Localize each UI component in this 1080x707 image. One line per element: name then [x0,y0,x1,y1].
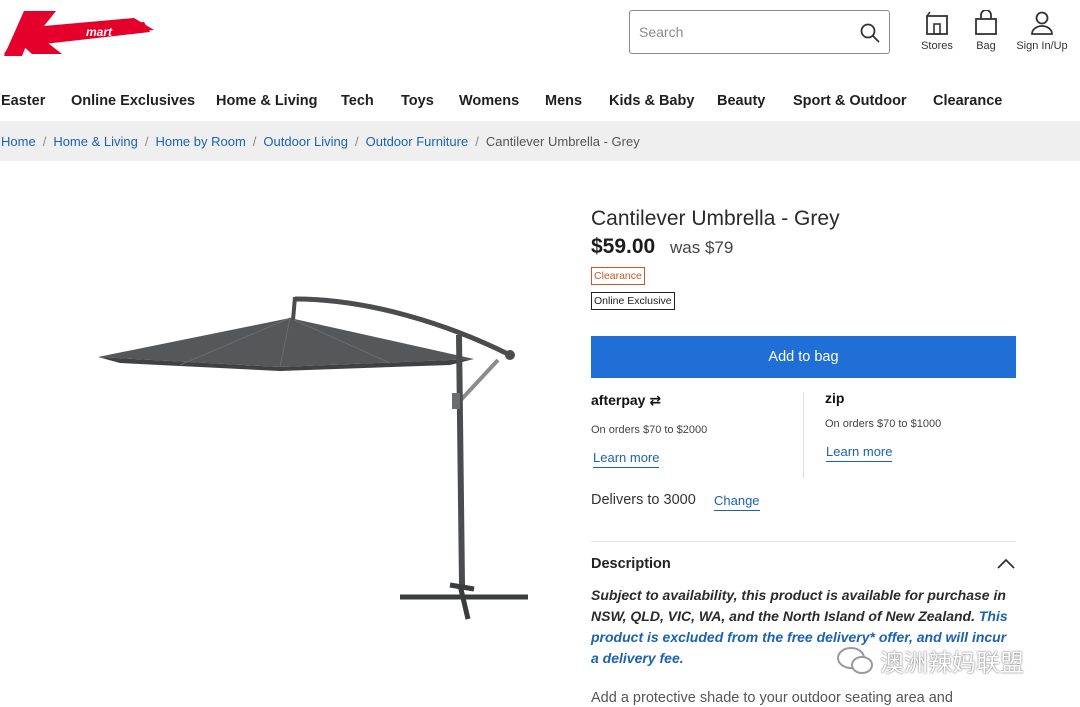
bag-icon [975,10,997,35]
watermark-text: 澳洲辣妈联盟 [880,650,1024,677]
product-price: $59.00 [591,235,656,258]
user-icon [1031,11,1053,35]
breadcrumb-current: Cantilever Umbrella - Grey [485,134,640,149]
nav-item-toys[interactable]: Toys [401,93,434,109]
zip-terms: On orders $70 to $1000 [825,418,942,430]
zip-section: zip On orders $70 to $1000 Learn more [825,390,1015,462]
stores-label: Stores [921,40,953,52]
search-box[interactable] [629,10,890,54]
nav-item-easter[interactable]: Easter [1,93,45,109]
product-image[interactable] [90,285,540,630]
breadcrumb-separator: / [42,134,47,149]
nav-item-mens[interactable]: Mens [545,93,582,109]
stores-link[interactable]: Stores [918,10,956,52]
site-header: mart Stores Bag Sign In/Up [0,0,1080,80]
payment-divider [803,392,804,478]
description-body: Add a protective shade to your outdoor s… [591,690,953,706]
nav-item-home-living[interactable]: Home & Living [216,93,318,109]
add-to-bag-button[interactable]: Add to bag [591,336,1016,378]
change-delivery-link[interactable]: Change [714,493,760,511]
breadcrumb-link[interactable]: Home by Room [155,134,245,149]
nav-item-beauty[interactable]: Beauty [717,93,765,109]
divider [591,541,1016,542]
breadcrumb-link[interactable]: Outdoor Living [263,134,348,149]
breadcrumb-separator: / [475,134,479,149]
bag-label: Bag [976,40,996,52]
nav-item-online-exclusives[interactable]: Online Exclusives [71,93,195,109]
description-heading[interactable]: Description [591,556,671,572]
product-title: Cantilever Umbrella - Grey [591,207,840,230]
clearance-badge: Clearance [591,267,645,285]
kmart-logo[interactable]: mart [4,8,154,56]
search-input[interactable] [630,11,840,53]
breadcrumb-link[interactable]: Outdoor Furniture [366,134,469,149]
breadcrumb: Home / Home & Living / Home by Room / Outdoor … [0,121,1080,161]
nav-item-tech[interactable]: Tech [341,93,374,109]
breadcrumb-separator: / [252,134,257,149]
delivery-location: Delivers to 3000 [591,492,696,508]
nav-item-kids-baby[interactable]: Kids & Baby [609,93,694,109]
main-nav: Easter Online Exclusives Home & Living T… [0,84,1080,118]
nav-item-sport-outdoor[interactable]: Sport & Outdoor [793,93,907,109]
nav-item-womens[interactable]: Womens [459,93,519,109]
signin-link[interactable]: Sign In/Up [1012,10,1072,52]
breadcrumb-link[interactable]: Home [1,134,36,149]
breadcrumb-separator: / [354,134,359,149]
watermark: 澳洲辣妈联盟 [836,643,1024,678]
zip-logo: zip [825,390,845,406]
store-icon [926,11,948,35]
signin-label: Sign In/Up [1016,40,1068,52]
search-icon[interactable] [859,22,881,44]
svg-text:mart: mart [86,25,113,39]
afterpay-learn-more-link[interactable]: Learn more [593,450,660,468]
afterpay-arrows-icon: ⇄ [645,392,662,408]
afterpay-logo: afterpay ⇄ [591,392,662,408]
afterpay-section: afterpay ⇄ On orders $70 to $2000 Learn … [591,392,791,468]
breadcrumb-separator: / [144,134,149,149]
breadcrumb-link[interactable]: Home & Living [53,134,138,149]
online-exclusive-badge: Online Exclusive [591,292,675,310]
bag-link[interactable]: Bag [970,10,1002,52]
wechat-icon [837,646,873,674]
zip-learn-more-link[interactable]: Learn more [826,444,893,462]
nav-item-clearance[interactable]: Clearance [933,93,1002,109]
chevron-up-icon[interactable] [996,557,1016,571]
afterpay-terms: On orders $70 to $2000 [591,424,708,436]
was-price: was $79 [670,238,734,257]
availability-text: Subject to availability, this product is… [591,587,1006,624]
